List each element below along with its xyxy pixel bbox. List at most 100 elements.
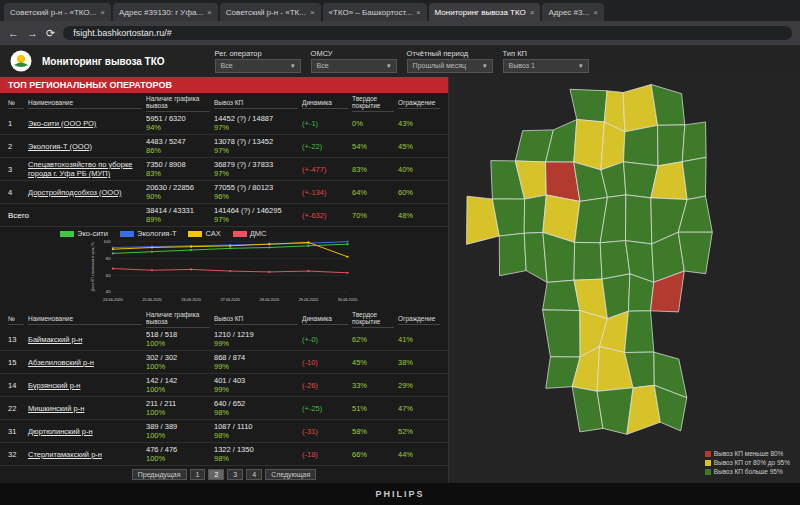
cell-name[interactable]: Абзелиловский р-н (28, 356, 142, 369)
map-region[interactable] (682, 122, 706, 162)
legend-item[interactable]: Экология-Т (120, 229, 176, 238)
close-icon[interactable]: × (310, 8, 315, 17)
grid-line (113, 275, 348, 276)
close-icon[interactable]: × (593, 8, 598, 17)
filter-select[interactable]: Все▾ (311, 59, 397, 73)
map-region[interactable] (543, 232, 575, 282)
filter-select[interactable]: Вывоз 1▾ (503, 59, 589, 73)
browser-tab[interactable]: Советский р-н - «ТК... × (220, 3, 321, 21)
column-header[interactable]: Наличие графика вывоза (146, 93, 210, 112)
map-region[interactable] (678, 196, 712, 232)
table-row[interactable]: 3Спецавтохозяйство по уборке города г. У… (0, 158, 448, 181)
map-region[interactable] (625, 352, 655, 388)
filter-select[interactable]: Прошлый месяц▾ (407, 59, 493, 73)
tab-label: Советский р-н - «ТК... (226, 8, 306, 17)
map-region[interactable] (570, 89, 607, 122)
map-region[interactable] (625, 311, 654, 353)
map-region[interactable] (600, 195, 626, 243)
column-header[interactable]: Вывоз КП (214, 97, 298, 109)
table-row[interactable]: 14Бурзянский р-н142 / 142100%401 / 40399… (0, 374, 448, 397)
table-row[interactable]: 13Баймакский р-н518 / 518100%1210 / 1219… (0, 328, 448, 351)
page-button[interactable]: Предыдущая (132, 469, 187, 480)
table-row[interactable]: 31Дюртюлинский р-н389 / 389100%1087 / 11… (0, 420, 448, 443)
map-region[interactable] (682, 157, 706, 199)
map-region[interactable] (651, 85, 685, 126)
map-region[interactable] (574, 120, 605, 170)
reload-icon[interactable]: ⟳ (46, 28, 55, 39)
cell-name[interactable]: Мишкинский р-н (28, 402, 142, 415)
back-icon[interactable]: ← (8, 28, 19, 39)
close-icon[interactable]: × (100, 8, 105, 17)
map-region[interactable] (658, 125, 685, 166)
map-region[interactable] (601, 162, 626, 198)
browser-tab[interactable]: Советский р-н - «ТКО...× (4, 3, 111, 21)
map-legend-label: Вывоз КП от 80% до 95% (714, 459, 790, 466)
cell-name[interactable]: Спецавтохозяйство по уборке города г. Уф… (28, 158, 142, 180)
map-region[interactable] (574, 242, 602, 280)
legend-item[interactable]: Эко-сити (60, 229, 108, 238)
forward-icon[interactable]: → (27, 28, 38, 39)
column-header[interactable]: Динамика (302, 97, 348, 109)
page-button[interactable]: 3 (227, 469, 243, 480)
table-row[interactable]: 4Дорстройподсобхоз (ООО)20630 / 2285690%… (0, 181, 448, 204)
column-header[interactable]: Твердое покрытие (352, 309, 394, 328)
column-header[interactable]: № (8, 97, 24, 109)
column-header[interactable]: № (8, 313, 24, 325)
map-region[interactable] (651, 271, 685, 312)
legend-item[interactable]: ДМС (233, 229, 267, 238)
close-icon[interactable]: × (416, 8, 421, 17)
column-header[interactable]: Ограждение (398, 313, 440, 325)
close-icon[interactable]: × (530, 8, 535, 17)
map-region[interactable] (651, 162, 687, 200)
map-region[interactable] (626, 195, 652, 244)
close-icon[interactable]: × (207, 8, 212, 17)
cell-name[interactable]: Дюртюлинский р-н (28, 425, 142, 438)
browser-tab[interactable]: Мониторинг вывоза ТКО× (429, 3, 541, 21)
legend-item[interactable]: САХ (188, 229, 220, 238)
page-button[interactable]: 1 (190, 469, 206, 480)
column-header[interactable]: Наименование (28, 313, 142, 325)
map-region[interactable] (546, 120, 577, 163)
cell-name[interactable]: Экология-Т (ООО) (28, 140, 142, 153)
browser-tab[interactable]: Адрес #3...× (542, 3, 603, 21)
url-field[interactable]: fsight.bashkortostan.ru/# (63, 26, 792, 40)
map-region[interactable] (499, 233, 526, 275)
map-region[interactable] (600, 311, 629, 352)
map-region[interactable] (543, 280, 580, 310)
column-header[interactable]: Наименование (28, 97, 142, 109)
cell-name[interactable]: Бурзянский р-н (28, 379, 142, 392)
browser-tab[interactable]: «ТКО» – Башкортост...× (323, 3, 427, 21)
cell-name[interactable]: Стерлитамакский р-н (28, 448, 142, 461)
map-region[interactable] (524, 195, 546, 233)
map-region[interactable] (678, 232, 712, 274)
map-region[interactable] (654, 385, 687, 431)
browser-tab[interactable]: Адрес #39130: г Уфа...× (113, 3, 218, 21)
table-row[interactable]: 15Абзелиловский р-н302 / 302100%868 / 87… (0, 351, 448, 374)
map-region[interactable] (572, 347, 599, 392)
filter-select[interactable]: Все▾ (215, 59, 301, 73)
column-header[interactable]: Динамика (302, 313, 348, 325)
page-button[interactable]: 4 (246, 469, 262, 480)
column-header[interactable]: Наличие графика вывоза (146, 309, 210, 328)
map-region[interactable] (574, 162, 608, 201)
map-region[interactable] (515, 161, 546, 199)
table-row[interactable]: 22Мишкинский р-н211 / 211100%640 / 65298… (0, 397, 448, 420)
table-row[interactable]: 2Экология-Т (ООО)4483 / 524786%13078 (?)… (0, 135, 448, 158)
map-region[interactable] (624, 125, 659, 166)
page-button[interactable]: 2 (208, 469, 224, 480)
map-region[interactable] (543, 310, 581, 357)
map-legend-item: Вывоз КП больше 95% (705, 468, 790, 475)
column-header[interactable]: Вывоз КП (214, 313, 298, 325)
page-button[interactable]: Следующая (265, 469, 316, 480)
cell-name[interactable]: Дорстройподсобхоз (ООО) (28, 186, 142, 199)
table-row[interactable]: 1Эко-сити (ООО РО)5951 / 632094%14452 (?… (0, 112, 448, 135)
map-region[interactable] (628, 274, 653, 311)
cell-name[interactable]: Эко-сити (ООО РО) (28, 117, 142, 130)
cell-percent: 97% (214, 146, 298, 155)
cell-name[interactable]: Баймакский р-н (28, 333, 142, 346)
map-region[interactable] (492, 199, 524, 236)
column-header[interactable]: Твердое покрытие (352, 93, 394, 112)
column-header[interactable]: Ограждение (398, 97, 440, 109)
map-region[interactable] (600, 241, 630, 280)
table-row[interactable]: 32Стерлитамакский р-н476 / 476100%1322 /… (0, 443, 448, 466)
